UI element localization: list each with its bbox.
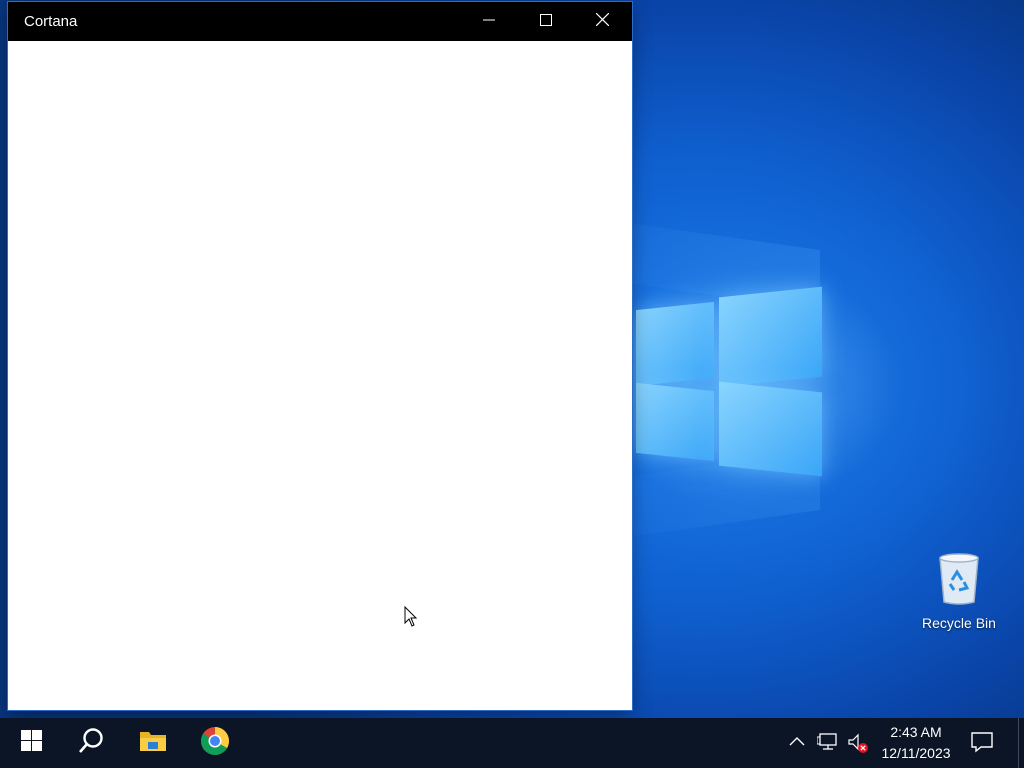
recycle-bin[interactable]: Recycle Bin (914, 552, 1004, 638)
maximize-button[interactable] (517, 2, 574, 41)
search-button[interactable] (62, 718, 120, 768)
mouse-cursor-icon (404, 605, 418, 633)
search-icon (77, 727, 105, 760)
maximize-icon (539, 13, 552, 31)
recycle-bin-label: Recycle Bin (922, 615, 996, 631)
window-titlebar[interactable]: Cortana (8, 2, 632, 41)
logo-pane (719, 381, 822, 477)
minimize-button[interactable] (460, 2, 517, 41)
logo-pane (719, 286, 822, 388)
logo-pane (636, 301, 714, 387)
network-icon[interactable] (816, 732, 839, 757)
chevron-up-icon[interactable] (788, 733, 806, 756)
wallpaper-windows-logo (636, 286, 822, 480)
system-clock[interactable]: 2:43 AM 12/11/2023 (872, 722, 960, 764)
logo-pane (636, 382, 714, 462)
volume-muted-icon[interactable] (847, 732, 869, 759)
recycle-bin-icon (914, 552, 1004, 611)
chrome-icon (200, 726, 230, 761)
cortana-window: Cortana (8, 2, 632, 710)
start-button[interactable] (2, 718, 60, 768)
close-button[interactable] (574, 2, 631, 41)
folder-icon (139, 729, 167, 758)
file-explorer-button[interactable] (124, 718, 182, 768)
cortana-content[interactable] (8, 41, 632, 710)
chrome-button[interactable] (186, 718, 244, 768)
clock-time: 2:43 AM (890, 724, 942, 740)
clock-date: 12/11/2023 (881, 745, 951, 761)
window-title: Cortana (24, 13, 78, 30)
minimize-icon (482, 13, 495, 31)
taskbar: 2:43 AM 12/11/2023 (0, 718, 1024, 768)
show-desktop-button[interactable] (1018, 718, 1024, 768)
notification-icon[interactable] (970, 730, 994, 759)
close-icon (595, 12, 610, 31)
windows-logo-icon (20, 730, 42, 756)
